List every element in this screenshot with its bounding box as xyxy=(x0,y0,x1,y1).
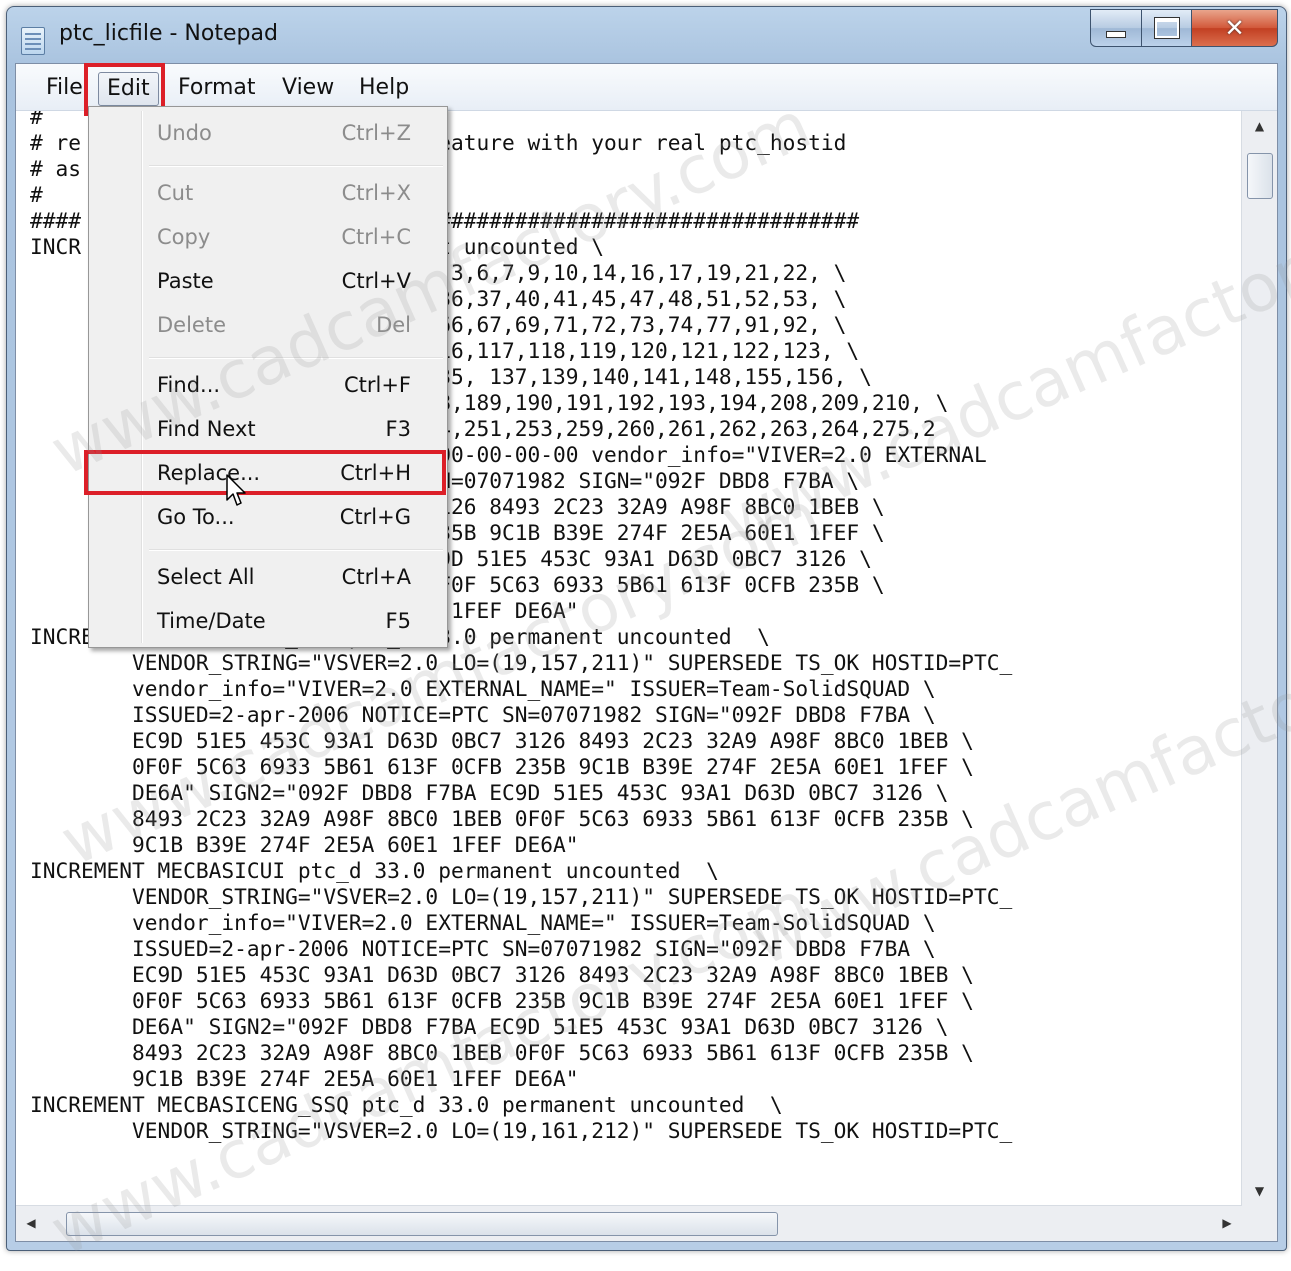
edit-menu-item-find-next[interactable]: Find Next F3 xyxy=(89,409,447,449)
menu-item-shortcut: Ctrl+H xyxy=(340,461,411,485)
text-line: INCREMENT MECBASICUI ptc_d 33.0 permanen… xyxy=(30,858,719,883)
menu-item-shortcut: Ctrl+C xyxy=(341,225,411,249)
text-line: ISSUED=2-apr-2006 NOTICE=PTC SN=07071982… xyxy=(30,702,936,727)
menu-separator xyxy=(149,549,443,551)
edit-menu-item-select-all[interactable]: Select All Ctrl+A xyxy=(89,557,447,597)
text-line: DE6A" SIGN2="092F DBD8 F7BA EC9D 51E5 45… xyxy=(30,1014,949,1039)
menu-help[interactable]: Help xyxy=(351,72,417,104)
text-line: 9C1B B39E 274F 2E5A 60E1 1FEF DE6A" xyxy=(30,832,579,857)
text-line: INCREMENT MECBASICENG_SSQ ptc_d 33.0 per… xyxy=(30,1092,783,1117)
maximize-button[interactable] xyxy=(1142,9,1192,47)
text-line: VENDOR_STRING="VSVER=2.0 LO=(19,161,212)… xyxy=(30,1118,1013,1143)
text-line: 8493 2C23 32A9 A98F 8BC0 1BEB 0F0F 5C63 … xyxy=(30,806,974,831)
text-line: 0F0F 5C63 6933 5B61 613F 0CFB 235B 9C1B … xyxy=(30,988,974,1013)
menu-item-shortcut: Ctrl+F xyxy=(343,373,411,397)
menu-item-label: Undo xyxy=(157,121,212,145)
menu-edit[interactable]: Edit xyxy=(98,72,159,106)
text-line: EC9D 51E5 453C 93A1 D63D 0BC7 3126 8493 … xyxy=(30,728,974,753)
menu-item-label: Find... xyxy=(157,373,221,397)
horizontal-scrollbar[interactable]: ◀ ▶ xyxy=(16,1205,1242,1241)
maximize-icon xyxy=(1153,17,1180,39)
scroll-down-arrow-icon[interactable]: ▼ xyxy=(1242,1176,1277,1206)
menu-item-label: Cut xyxy=(157,181,194,205)
caption-buttons: ✕ xyxy=(1090,9,1278,47)
text-line: vendor_info="VIVER=2.0 EXTERNAL_NAME=" I… xyxy=(30,910,936,935)
close-icon: ✕ xyxy=(1224,14,1245,42)
vertical-scroll-thumb[interactable] xyxy=(1247,153,1273,199)
resize-grip[interactable] xyxy=(1242,1206,1277,1241)
text-line: # xyxy=(30,111,43,129)
text-line: vendor_info="VIVER=2.0 EXTERNAL_NAME=" I… xyxy=(30,676,936,701)
menu-separator xyxy=(149,165,443,167)
menu-item-label: Select All xyxy=(157,565,255,589)
title-bar[interactable]: ptc_licfile - Notepad ✕ xyxy=(7,7,1286,63)
edit-menu-item-go-to[interactable]: Go To... Ctrl+G xyxy=(89,497,447,537)
text-line: VENDOR_STRING="VSVER=2.0 LO=(19,157,211)… xyxy=(30,650,1013,675)
menu-item-shortcut: Ctrl+A xyxy=(341,565,411,589)
scroll-right-arrow-icon[interactable]: ▶ xyxy=(1212,1208,1242,1238)
menu-item-label: Find Next xyxy=(157,417,256,441)
menu-item-label: Paste xyxy=(157,269,214,293)
mouse-cursor-icon xyxy=(226,474,246,506)
edit-dropdown-menu: Undo Ctrl+Z Cut Ctrl+X Copy Ctrl+C Paste Ctrl+V… xyxy=(88,106,448,648)
edit-menu-item-delete[interactable]: Delete Del xyxy=(89,305,447,345)
menu-item-shortcut: F5 xyxy=(385,609,411,633)
menu-item-shortcut: Ctrl+Z xyxy=(341,121,411,145)
text-line: # as xyxy=(30,156,82,181)
scroll-up-arrow-icon[interactable]: ▲ xyxy=(1242,111,1277,141)
edit-menu-item-paste[interactable]: Paste Ctrl+V xyxy=(89,261,447,301)
text-line: DE6A" SIGN2="092F DBD8 F7BA EC9D 51E5 45… xyxy=(30,780,949,805)
menu-item-shortcut: Ctrl+G xyxy=(339,505,411,529)
menu-bar: File Edit Format View Help xyxy=(16,64,1277,111)
vertical-scrollbar[interactable]: ▲ ▼ xyxy=(1241,111,1277,1206)
text-line: 0F0F 5C63 6933 5B61 613F 0CFB 235B 9C1B … xyxy=(30,754,974,779)
menu-item-label: Delete xyxy=(157,313,226,337)
menu-item-shortcut: F3 xyxy=(385,417,411,441)
menu-item-shortcut: Ctrl+X xyxy=(341,181,411,205)
window-title: ptc_licfile - Notepad xyxy=(59,21,278,46)
menu-item-shortcut: Del xyxy=(376,313,411,337)
menu-item-label: Go To... xyxy=(157,505,235,529)
text-line: VENDOR_STRING="VSVER=2.0 LO=(19,157,211)… xyxy=(30,884,1013,909)
close-button[interactable]: ✕ xyxy=(1192,9,1278,47)
minimize-button[interactable] xyxy=(1090,9,1142,47)
menu-item-shortcut: Ctrl+V xyxy=(341,269,411,293)
menu-item-label: Copy xyxy=(157,225,211,249)
text-line: EC9D 51E5 453C 93A1 D63D 0BC7 3126 8493 … xyxy=(30,962,974,987)
menu-separator xyxy=(149,357,443,359)
minimize-icon xyxy=(1106,30,1126,38)
horizontal-scroll-thumb[interactable] xyxy=(66,1212,778,1236)
edit-menu-item-cut[interactable]: Cut Ctrl+X xyxy=(89,173,447,213)
notepad-app-icon[interactable] xyxy=(21,27,45,55)
edit-menu-item-find[interactable]: Find... Ctrl+F xyxy=(89,365,447,405)
text-line: 8493 2C23 32A9 A98F 8BC0 1BEB 0F0F 5C63 … xyxy=(30,1040,974,1065)
edit-menu-item-undo[interactable]: Undo Ctrl+Z xyxy=(89,113,447,153)
menu-item-label: Time/Date xyxy=(157,609,266,633)
menu-view[interactable]: View xyxy=(274,72,342,104)
menu-format[interactable]: Format xyxy=(170,72,264,104)
edit-menu-item-replace[interactable]: Replace... Ctrl+H xyxy=(89,453,447,493)
edit-menu-item-copy[interactable]: Copy Ctrl+C xyxy=(89,217,447,257)
scroll-left-arrow-icon[interactable]: ◀ xyxy=(16,1208,46,1238)
menu-file[interactable]: File xyxy=(38,72,91,104)
edit-menu-item-time-date[interactable]: Time/Date F5 xyxy=(89,601,447,641)
text-line: # xyxy=(30,182,43,207)
text-line: 9C1B B39E 274F 2E5A 60E1 1FEF DE6A" xyxy=(30,1066,579,1091)
text-line: ISSUED=2-apr-2006 NOTICE=PTC SN=07071982… xyxy=(30,936,936,961)
